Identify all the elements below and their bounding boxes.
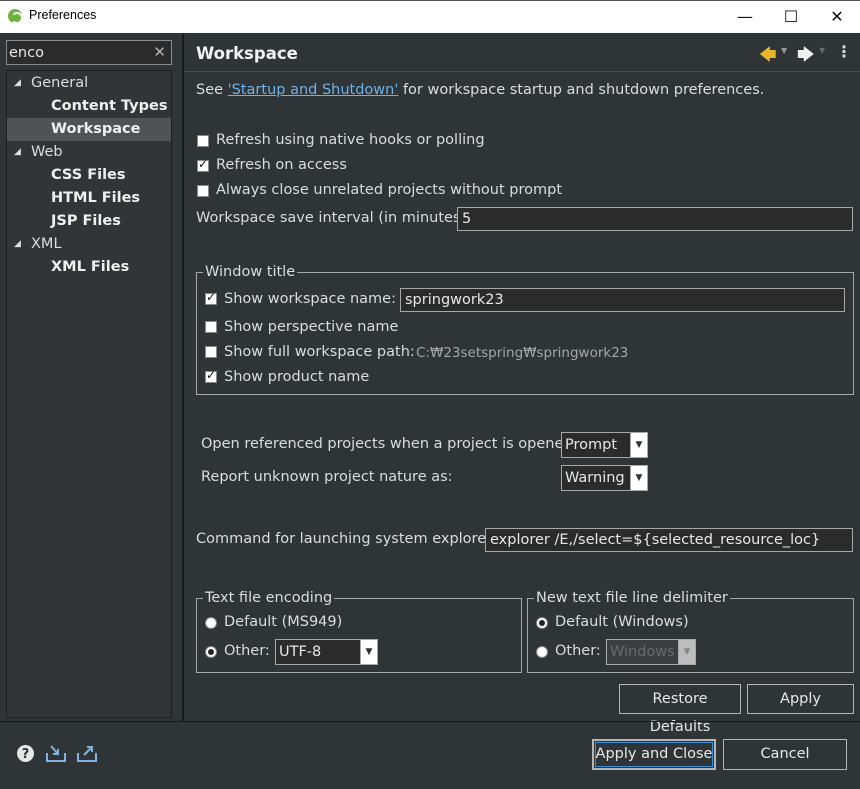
refresh-access-checkbox[interactable] [197,157,209,172]
filter-box: ✕ [6,40,172,65]
apply-button[interactable]: Apply [747,684,854,714]
always-close-label[interactable]: Always close unrelated projects without … [216,182,562,198]
tree-item-label: General [31,75,89,91]
back-history-dropdown-icon[interactable]: ▼ [781,46,787,55]
tree-item-content-types[interactable]: Content Types [7,95,171,118]
delimiter-other-value: Windows [610,644,675,660]
show-workspace-name-label[interactable]: Show workspace name: [224,291,396,307]
chevron-down-icon: ▼ [678,640,695,664]
expanded-arrow-icon[interactable]: ◢ [14,141,21,164]
maximize-button[interactable]: ☐ [768,4,814,30]
tree-item-web[interactable]: ◢ Web [7,141,171,164]
export-preferences-icon[interactable] [77,744,99,767]
explorer-command-field[interactable]: explorer /E,/select=${selected_resource_… [485,528,853,552]
tree-item-label: CSS Files [51,167,126,183]
view-menu-icon[interactable]: ⋮ [836,42,852,61]
page-title: Workspace [196,44,298,63]
expanded-arrow-icon[interactable]: ◢ [14,72,21,95]
show-workspace-name-checkbox[interactable] [205,290,217,305]
encoding-other-combo[interactable]: UTF-8 ▼ [275,639,378,665]
tree-item-label: JSP Files [51,213,121,229]
show-full-path-checkbox[interactable] [205,346,217,358]
show-product-name-checkbox[interactable] [205,368,217,383]
clear-filter-icon[interactable]: ✕ [153,42,166,63]
encoding-other-label[interactable]: Other: [224,643,270,659]
encoding-default-radio[interactable] [205,617,217,629]
footer-separator [0,721,860,722]
report-nature-value: Warning [565,470,625,486]
chevron-down-icon[interactable]: ▼ [630,433,647,457]
tree-item-label: Content Types [51,98,168,114]
intro-text: See 'Startup and Shutdown' for workspace… [196,82,764,98]
workspace-name-field[interactable]: springwork23 [400,288,845,312]
refresh-native-checkbox[interactable] [197,135,209,147]
apply-and-close-button[interactable]: Apply and Close [592,739,716,770]
encoding-group-label: Text file encoding [203,588,335,608]
svg-text:?: ? [22,747,30,762]
tree-item-xml[interactable]: ◢ XML [7,233,171,256]
tree-item-css-files[interactable]: CSS Files [7,164,171,187]
delimiter-default-radio[interactable] [536,617,548,629]
delimiter-group-label: New text file line delimiter [534,588,730,608]
open-referenced-value: Prompt [565,437,618,453]
encoding-other-value: UTF-8 [279,644,322,660]
preference-tree: ◢ General Content Types Workspace ◢ Web … [6,70,172,718]
window-title: Preferences [29,8,97,22]
show-perspective-name-checkbox[interactable] [205,321,217,333]
restore-defaults-button[interactable]: Restore Defaults [619,684,741,735]
forward-history-dropdown-icon[interactable]: ▼ [819,46,825,55]
tree-item-general[interactable]: ◢ General [7,72,171,95]
spring-app-icon [8,9,23,24]
window-title-group-label: Window title [203,262,298,282]
delimiter-other-label[interactable]: Other: [555,643,601,659]
show-perspective-name-label[interactable]: Show perspective name [224,319,398,335]
title-separator [184,71,860,72]
delimiter-other-radio[interactable] [536,646,548,658]
panel-divider[interactable] [182,33,184,721]
chevron-down-icon[interactable]: ▼ [360,640,377,664]
tree-item-workspace[interactable]: Workspace [7,118,171,141]
save-interval-label: Workspace save interval (in minutes): [196,210,472,226]
open-referenced-label: Open referenced projects when a project … [201,436,578,452]
tree-item-label: Workspace [51,121,141,137]
open-referenced-combo[interactable]: Prompt ▼ [561,432,648,458]
import-preferences-icon[interactable] [46,744,68,767]
full-path-value: C:₩23setspring₩springwork23 [416,345,629,361]
encoding-other-radio[interactable] [205,646,217,658]
tree-item-xml-files[interactable]: XML Files [7,256,171,279]
always-close-checkbox[interactable] [197,185,209,197]
chevron-down-icon[interactable]: ▼ [630,466,647,490]
tree-item-html-files[interactable]: HTML Files [7,187,171,210]
minimize-button[interactable]: — [722,4,768,30]
intro-prefix: See [196,82,228,98]
back-arrow-icon[interactable]: 🡄 [759,42,777,71]
show-product-name-label[interactable]: Show product name [224,369,369,385]
tree-item-label: Web [31,144,63,160]
refresh-native-label[interactable]: Refresh using native hooks or polling [216,132,485,148]
forward-arrow-icon[interactable]: 🡆 [797,42,815,71]
show-full-path-label[interactable]: Show full workspace path: [224,344,415,360]
tree-item-jsp-files[interactable]: JSP Files [7,210,171,233]
save-interval-field[interactable]: 5 [457,207,853,231]
delimiter-other-combo: Windows ▼ [606,639,696,665]
startup-shutdown-link[interactable]: 'Startup and Shutdown' [228,82,399,98]
tree-item-label: XML Files [51,259,130,275]
expanded-arrow-icon[interactable]: ◢ [14,233,21,256]
filter-input[interactable] [9,42,149,63]
close-button[interactable]: ✕ [814,4,860,30]
refresh-access-label[interactable]: Refresh on access [216,157,347,173]
report-nature-combo[interactable]: Warning ▼ [561,465,648,491]
tree-item-label: HTML Files [51,190,141,206]
tree-item-label: XML [31,236,62,252]
cancel-button[interactable]: Cancel [723,739,847,770]
help-icon[interactable]: ? [16,744,35,767]
encoding-default-label[interactable]: Default (MS949) [224,614,342,630]
delimiter-default-label[interactable]: Default (Windows) [555,614,689,630]
intro-suffix: for workspace startup and shutdown prefe… [398,82,765,98]
explorer-label: Command for launching system explorer: [196,531,497,547]
report-nature-label: Report unknown project nature as: [201,469,453,485]
